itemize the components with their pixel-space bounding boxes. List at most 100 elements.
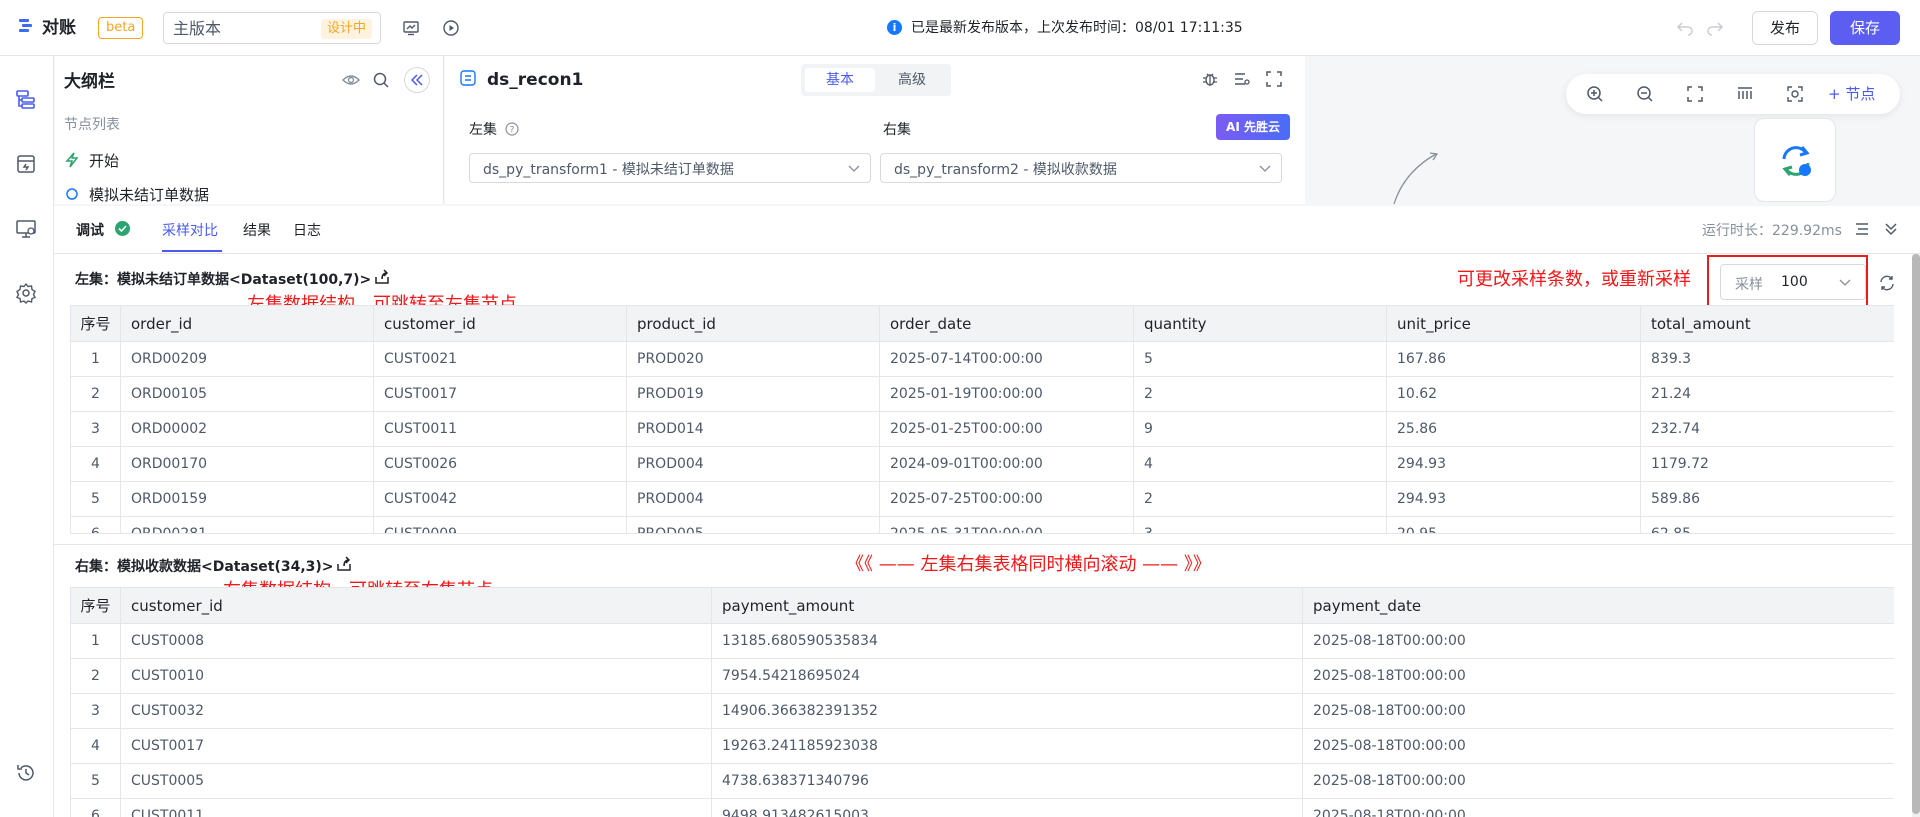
list-settings-icon[interactable] — [1233, 70, 1251, 88]
tab-log[interactable]: 日志 — [293, 220, 321, 240]
tab-basic[interactable]: 基本 — [805, 68, 875, 92]
node-label: 模拟未结订单数据 — [89, 186, 210, 204]
left-set-select[interactable]: ds_py_transform1 - 模拟未结订单数据 — [469, 153, 871, 183]
recon-node-card[interactable] — [1754, 118, 1836, 202]
node-item-start[interactable]: 开始 — [65, 150, 119, 171]
undo-icon[interactable] — [1676, 19, 1694, 37]
table-row[interactable]: 6 CUST0011 9498.913482615003 2025-08-18T00:… — [70, 798, 1894, 817]
refresh-icon[interactable] — [1879, 275, 1895, 291]
row-index-cell: 1 — [70, 623, 121, 659]
table-cell: 589.86 — [1640, 481, 1894, 517]
table-row[interactable]: 5 ORD00159 CUST0042 PROD004 2025-07-25T00:00… — [70, 481, 1894, 517]
settings-icon[interactable] — [15, 282, 37, 304]
column-header-order-date[interactable]: order_date — [879, 305, 1134, 342]
history-icon[interactable] — [15, 762, 37, 784]
column-header-customer-id[interactable]: customer_id — [120, 587, 712, 624]
tab-result[interactable]: 结果 — [243, 220, 271, 240]
table-cell: PROD014 — [626, 411, 880, 447]
table-row[interactable]: 6 ORD00281 CUST0009 PROD005 2025-05-31T00:00… — [70, 516, 1894, 533]
canvas-toolbar: + 节点 — [1566, 74, 1900, 114]
node-editor: ds_recon1 基本 高级 左集 ? 右集 AI 先胜云 ds_py_tra… — [445, 56, 1305, 204]
vertical-scrollbar-thumb[interactable] — [1912, 254, 1920, 814]
column-header-product-id[interactable]: product_id — [626, 305, 880, 342]
search-icon[interactable] — [372, 71, 390, 89]
table-row[interactable]: 1 ORD00209 CUST0021 PROD020 2025-07-14T00:00… — [70, 341, 1894, 377]
fullscreen-icon[interactable] — [1265, 70, 1283, 88]
editor-tabs: 基本 高级 — [801, 64, 951, 96]
column-header-payment-amount[interactable]: payment_amount — [711, 587, 1303, 624]
publish-status-text: 已是最新发布版本，上次发布时间：08/01 17:11:35 — [911, 20, 1243, 36]
success-icon — [115, 221, 130, 236]
jump-to-left-node-icon[interactable] — [374, 269, 390, 285]
column-header-customer-id[interactable]: customer_id — [373, 305, 627, 342]
list-icon[interactable] — [1854, 221, 1870, 237]
table-row[interactable]: 2 CUST0010 7954.54218695024 2025-08-18T00:0… — [70, 658, 1894, 694]
left-dataset-table-wrap[interactable]: 序号 order_id customer_id product_id order_dat… — [70, 305, 1894, 534]
run-icon[interactable] — [442, 19, 460, 37]
help-icon[interactable]: ? — [505, 122, 520, 136]
save-button[interactable]: 保存 — [1830, 11, 1900, 45]
table-row[interactable]: 5 CUST0005 4738.638371340796 2025-08-18T00:… — [70, 763, 1894, 799]
table-cell: 9 — [1133, 411, 1387, 447]
node-item-orders[interactable]: 模拟未结订单数据 — [65, 184, 209, 204]
table-cell: ORD00209 — [120, 341, 374, 377]
version-selector[interactable]: 主版本 设计中 — [163, 12, 381, 44]
right-dataset-title: 右集：模拟收款数据<Dataset(34,3)> — [75, 559, 334, 575]
right-set-value: ds_py_transform2 - 模拟收款数据 — [894, 162, 1117, 178]
table-cell: 839.3 — [1640, 341, 1894, 377]
ai-badge[interactable]: AI 先胜云 — [1216, 114, 1290, 140]
chevron-down-icon — [1839, 279, 1851, 286]
table-row[interactable]: 4 CUST0017 19263.241185923038 2025-08-18T00… — [70, 728, 1894, 764]
table-cell: 25.86 — [1386, 411, 1641, 447]
zoom-out-icon[interactable] — [1636, 85, 1654, 103]
row-index-cell: 4 — [70, 728, 121, 764]
column-header-total-amount[interactable]: total_amount — [1640, 305, 1894, 342]
column-header-index[interactable]: 序号 — [70, 305, 121, 342]
redo-icon[interactable] — [1706, 19, 1724, 37]
table-cell: CUST0011 — [120, 798, 712, 817]
add-node-button[interactable]: + 节点 — [1828, 84, 1875, 104]
fit-view-icon[interactable] — [1686, 85, 1704, 103]
column-header-index[interactable]: 序号 — [70, 587, 121, 624]
sample-size-select[interactable]: 采样 100 — [1720, 264, 1866, 300]
column-header-order-id[interactable]: order_id — [120, 305, 374, 342]
tab-advanced[interactable]: 高级 — [877, 68, 947, 92]
table-row[interactable]: 3 ORD00002 CUST0011 PROD014 2025-01-25T00:00… — [70, 411, 1894, 447]
double-chevron-down-icon[interactable] — [1883, 221, 1899, 237]
bug-icon[interactable] — [1201, 70, 1219, 88]
table-cell: 4 — [1133, 446, 1387, 482]
zoom-in-icon[interactable] — [1586, 85, 1604, 103]
table-cell: CUST0017 — [373, 376, 627, 412]
node-name: ds_recon1 — [487, 70, 584, 90]
monitor-icon[interactable] — [402, 19, 420, 37]
table-cell: ORD00105 — [120, 376, 374, 412]
row-index-cell: 4 — [70, 446, 121, 482]
layout-icon[interactable] — [1736, 85, 1754, 103]
column-header-quantity[interactable]: quantity — [1133, 305, 1387, 342]
version-status-badge: 设计中 — [320, 19, 372, 39]
table-cell: CUST0008 — [120, 623, 712, 659]
table-row[interactable]: 3 CUST0032 14906.366382391352 2025-08-18T00… — [70, 693, 1894, 729]
archive-icon[interactable] — [15, 153, 37, 175]
column-header-unit-price[interactable]: unit_price — [1386, 305, 1641, 342]
column-header-payment-date[interactable]: payment_date — [1302, 587, 1894, 624]
right-dataset-table-wrap[interactable]: 序号 customer_id payment_amount payment_date … — [70, 587, 1894, 817]
collapse-outline-button[interactable] — [404, 67, 430, 93]
screenshot-icon[interactable] — [1786, 85, 1804, 103]
flow-canvas[interactable]: + 节点 — [1306, 56, 1920, 204]
table-row[interactable]: 4 ORD00170 CUST0026 PROD004 2024-09-01T00:00… — [70, 446, 1894, 482]
table-row[interactable]: 1 CUST0008 13185.680590535834 2025-08-18T00… — [70, 623, 1894, 659]
table-row[interactable]: 2 ORD00105 CUST0017 PROD019 2025-01-19T00:00… — [70, 376, 1894, 412]
table-cell: 5 — [1133, 341, 1387, 377]
jump-to-right-node-icon[interactable] — [336, 556, 352, 572]
outline-title: 大纲栏 — [64, 72, 115, 92]
screen-icon[interactable] — [15, 218, 37, 240]
outline-icon[interactable] — [15, 89, 37, 111]
eye-off-icon[interactable] — [342, 71, 360, 89]
table-cell: 21.24 — [1640, 376, 1894, 412]
table-cell: 294.93 — [1386, 446, 1641, 482]
publish-button[interactable]: 发布 — [1752, 11, 1818, 45]
right-set-select[interactable]: ds_py_transform2 - 模拟收款数据 — [880, 153, 1282, 183]
table-cell: PROD005 — [626, 516, 880, 533]
tab-sample-compare[interactable]: 采样对比 — [162, 220, 218, 240]
